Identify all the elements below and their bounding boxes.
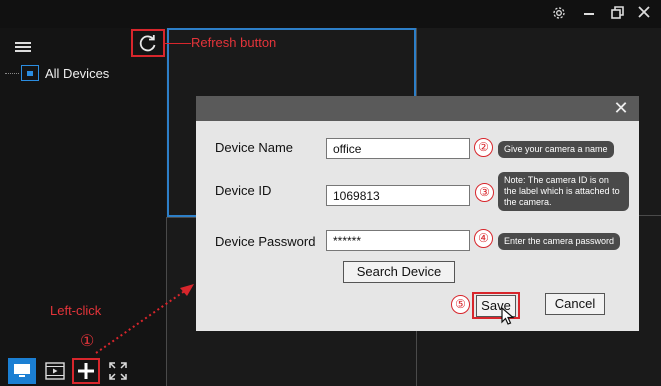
- step-4-marker: ④: [474, 229, 493, 248]
- dialog-close-icon[interactable]: ✕: [612, 98, 630, 119]
- device-name-label: Device Name: [215, 140, 294, 155]
- bottom-toolbar: [0, 355, 166, 386]
- device-password-label: Device Password: [215, 234, 316, 249]
- refresh-callout-label: Refresh button: [191, 35, 277, 50]
- mouse-cursor-icon: [501, 307, 515, 325]
- minimize-icon[interactable]: [578, 5, 600, 23]
- grid-divider: [166, 217, 167, 386]
- refresh-callout-line: [165, 43, 191, 44]
- camera-icon: [21, 65, 39, 81]
- step-1-marker: ①: [80, 333, 95, 350]
- step-2-marker: ②: [474, 138, 493, 157]
- device-tree-label: All Devices: [45, 65, 110, 81]
- left-click-label: Left-click: [50, 303, 102, 318]
- step-5-marker: ⑤: [451, 295, 470, 314]
- device-id-input[interactable]: 1069813: [326, 185, 470, 206]
- add-device-icon[interactable]: [72, 358, 100, 384]
- device-password-tip: Enter the camera password: [498, 233, 621, 250]
- device-id-tip: Note: The camera ID is on the label whic…: [498, 172, 629, 211]
- step-3-marker: ③: [475, 183, 494, 202]
- playback-icon[interactable]: [41, 358, 69, 384]
- device-id-label: Device ID: [215, 183, 272, 198]
- monitor-icon[interactable]: [8, 358, 36, 384]
- add-device-dialog: ✕ Device Name office ② Give your camera …: [196, 96, 639, 331]
- dialog-titlebar: ✕: [196, 96, 639, 121]
- cancel-button[interactable]: Cancel: [545, 293, 605, 315]
- device-name-input[interactable]: office: [326, 138, 470, 159]
- search-device-button[interactable]: Search Device: [343, 261, 455, 283]
- device-name-tip: Give your camera a name: [498, 141, 614, 158]
- tree-connector: [5, 72, 19, 74]
- fullscreen-icon[interactable]: [104, 358, 132, 384]
- settings-icon[interactable]: [548, 5, 570, 23]
- refresh-button[interactable]: [131, 29, 165, 57]
- device-tree-item[interactable]: All Devices: [5, 64, 109, 82]
- close-icon[interactable]: [633, 5, 655, 23]
- refresh-icon: [139, 35, 156, 52]
- device-password-input[interactable]: ******: [326, 230, 470, 251]
- title-bar: [0, 0, 661, 28]
- restore-icon[interactable]: [606, 5, 628, 23]
- hamburger-icon[interactable]: [15, 42, 31, 52]
